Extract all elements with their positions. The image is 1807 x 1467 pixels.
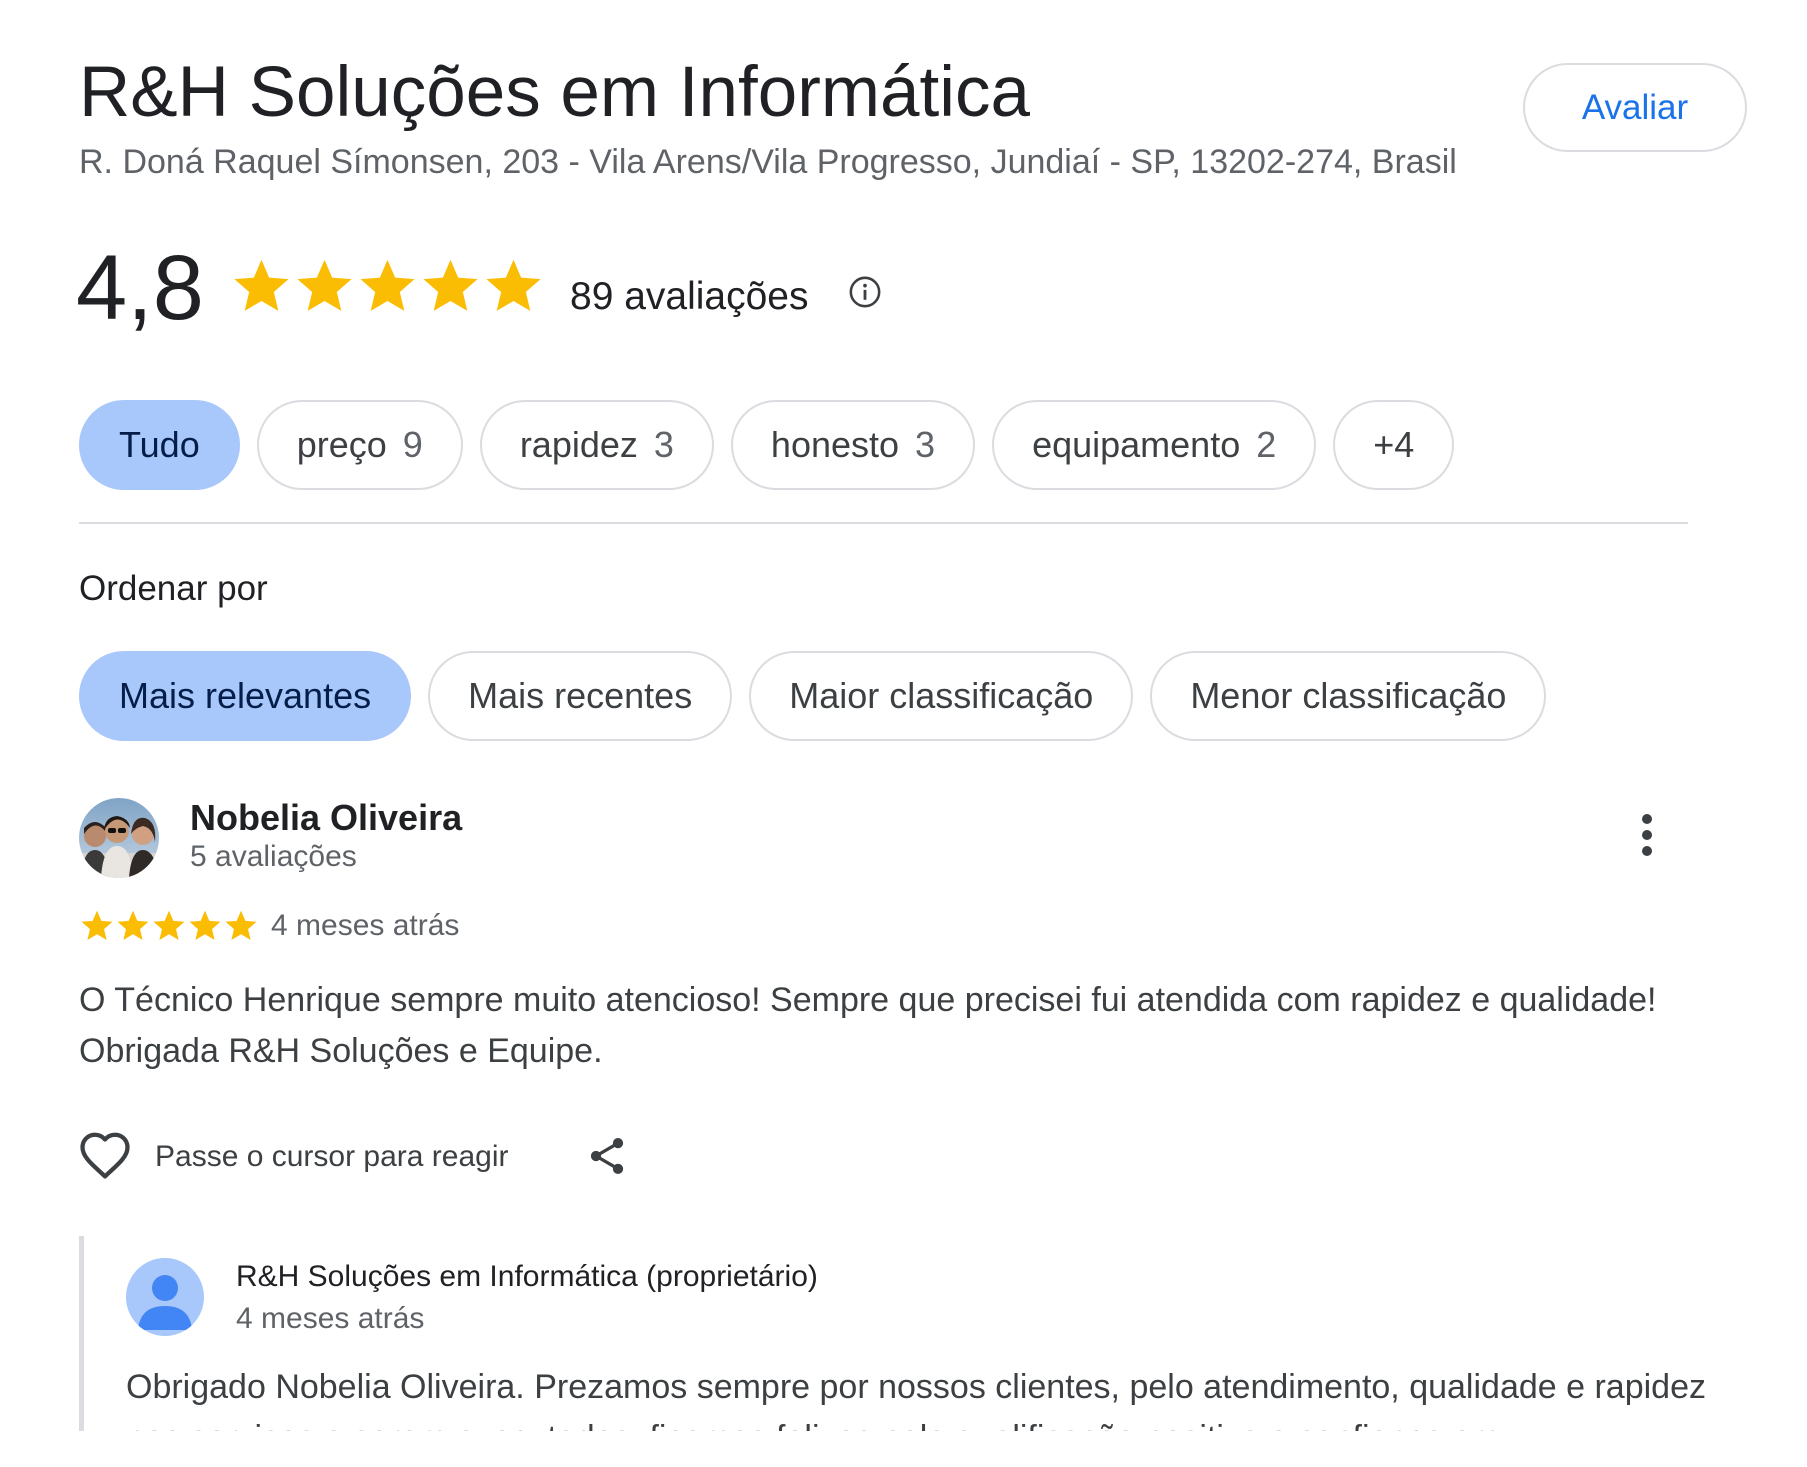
sort-option-label: Mais recentes [468, 675, 693, 716]
star-icon [234, 259, 289, 311]
star-icon [153, 910, 185, 940]
owner-reply-text-container: Obrigado Nobelia Oliveira. Prezamos semp… [126, 1362, 1706, 1431]
avatar[interactable] [79, 798, 159, 878]
sort-option-label: Menor classificação [1190, 675, 1507, 716]
review-count: 89 avaliações [570, 275, 809, 318]
sort-option[interactable]: Mais recentes [428, 651, 733, 741]
sort-option[interactable]: Maior classificação [749, 651, 1134, 741]
topic-chip-label: +4 [1373, 424, 1415, 465]
topic-chips: Tudo preço 9 rapidez 3 honesto 3 equipamento 2 +4 [79, 400, 1455, 490]
place-title: R&H Soluções em Informática [79, 53, 1030, 132]
topic-chip-count: 3 [915, 424, 936, 465]
star-icon [117, 910, 149, 940]
rating-stars [230, 255, 545, 318]
divider [79, 522, 1688, 524]
owner-name: R&H Soluções em Informática (proprietári… [236, 1260, 818, 1293]
owner-reply-time: 4 meses atrás [236, 1302, 425, 1335]
topic-chip[interactable]: preço 9 [256, 400, 463, 490]
topic-chip[interactable]: Tudo [79, 400, 240, 490]
place-address: R. Doná Raquel Símonsen, 203 - Vila Aren… [79, 143, 1457, 181]
topic-chip-label: equipamento [1032, 424, 1241, 465]
heart-icon[interactable] [78, 1130, 132, 1185]
star-icon [81, 910, 113, 940]
owner-reply-text: Obrigado Nobelia Oliveira. Prezamos semp… [126, 1368, 1706, 1431]
star-icon [360, 259, 415, 311]
topic-chip-count: 3 [653, 424, 674, 465]
star-icon [423, 259, 478, 311]
star-icon [297, 259, 352, 311]
sort-option-label: Maior classificação [789, 675, 1094, 716]
review-text: O Técnico Henrique sempre muito atencios… [79, 981, 1657, 1070]
sort-option-label: Mais relevantes [119, 675, 372, 716]
info-icon[interactable] [848, 275, 882, 314]
review-stars [79, 908, 259, 944]
topic-chip-count: 9 [402, 424, 423, 465]
rate-button[interactable]: Avaliar [1523, 63, 1747, 152]
sort-label: Ordenar por [79, 569, 268, 608]
review-time: 4 meses atrás [271, 909, 460, 942]
reply-indent-bar [79, 1236, 84, 1431]
topic-chip-label: rapidez [519, 424, 638, 465]
star-icon [189, 910, 221, 940]
topic-chip[interactable]: +4 [1333, 400, 1455, 490]
more-vert-icon[interactable] [1640, 812, 1654, 863]
topic-chip[interactable]: honesto 3 [730, 400, 976, 490]
topic-chip-label: honesto [770, 424, 900, 465]
owner-avatar [126, 1258, 204, 1336]
star-icon [486, 259, 541, 311]
reviewer-review-count: 5 avaliações [190, 840, 357, 873]
sort-option[interactable]: Menor classificação [1150, 651, 1547, 741]
share-icon[interactable] [585, 1133, 629, 1184]
topic-chip-label: Tudo [119, 424, 200, 465]
star-icon [225, 910, 257, 940]
react-label: Passe o cursor para reagir [155, 1140, 509, 1173]
topic-chip-label: preço [296, 424, 387, 465]
reviewer-name[interactable]: Nobelia Oliveira [190, 797, 462, 839]
topic-chip[interactable]: equipamento 2 [992, 400, 1317, 490]
topic-chip[interactable]: rapidez 3 [479, 400, 714, 490]
average-rating: 4,8 [76, 237, 204, 339]
sort-option[interactable]: Mais relevantes [79, 651, 412, 741]
topic-chip-count: 2 [1256, 424, 1277, 465]
sort-options: Mais relevantes Mais recentes Maior classi… [79, 651, 1547, 741]
